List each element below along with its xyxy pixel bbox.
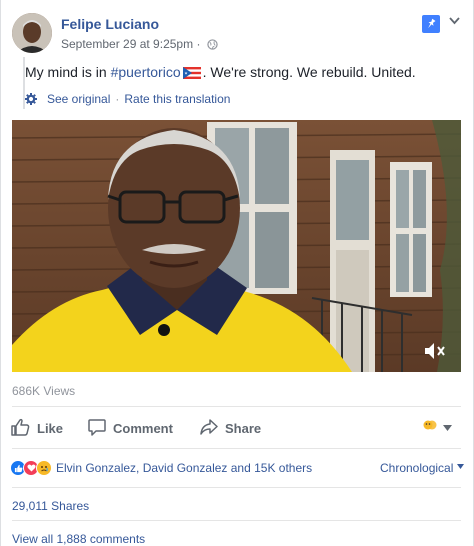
translation-bar: See original · Rate this translation xyxy=(25,92,230,106)
sad-reaction-icon xyxy=(36,460,52,476)
message-text-start: My mind is in xyxy=(25,64,111,80)
share-count[interactable]: 29,011 Shares xyxy=(12,499,89,513)
comment-button[interactable]: Comment xyxy=(88,418,173,439)
thumbs-up-icon xyxy=(11,418,37,439)
action-bar: Like Comment Share xyxy=(1,412,473,442)
post-message: My mind is in #puertorico . We're strong.… xyxy=(25,64,416,82)
mute-icon[interactable] xyxy=(423,341,447,364)
sort-chevron-icon xyxy=(456,461,464,475)
share-label: Share xyxy=(225,421,262,436)
post-header: Felipe Luciano September 29 at 9:25pm · xyxy=(1,0,473,60)
gear-icon[interactable] xyxy=(25,93,37,105)
video-frame xyxy=(12,120,461,372)
hashtag-link[interactable]: #puertorico xyxy=(111,64,181,80)
divider xyxy=(12,520,461,521)
share-button[interactable]: Share xyxy=(200,418,261,439)
view-all-comments-link[interactable]: View all 1,888 comments xyxy=(12,532,145,546)
reaction-selector[interactable] xyxy=(423,419,452,434)
divider xyxy=(12,406,461,407)
video-player[interactable] xyxy=(12,120,461,372)
comment-label: Comment xyxy=(113,421,173,436)
divider xyxy=(12,487,461,488)
reaction-chevron-icon xyxy=(443,420,452,434)
reaction-emoji-icon xyxy=(423,419,437,434)
share-arrow-icon xyxy=(200,418,225,439)
like-label: Like xyxy=(37,421,64,436)
globe-icon xyxy=(207,39,218,53)
see-original-link[interactable]: See original xyxy=(47,92,110,106)
post-card: Felipe Luciano September 29 at 9:25pm · … xyxy=(0,0,474,546)
pin-icon[interactable] xyxy=(422,15,440,33)
author-name[interactable]: Felipe Luciano xyxy=(61,16,159,32)
reaction-names[interactable]: Elvin Gonzalez, David Gonzalez and 15K o… xyxy=(56,461,312,475)
comment-sort-label: Chronological xyxy=(380,461,454,475)
meta-separator: · xyxy=(196,37,201,51)
rate-translation-link[interactable]: Rate this translation xyxy=(124,92,230,106)
translation-separator: · xyxy=(115,92,120,106)
view-count: 686K Views xyxy=(12,384,76,398)
avatar[interactable] xyxy=(12,13,52,53)
post-date[interactable]: September 29 at 9:25pm xyxy=(61,37,193,51)
comment-sort-dropdown[interactable]: Chronological xyxy=(380,461,464,475)
puerto-rico-flag-icon xyxy=(182,66,201,82)
like-button[interactable]: Like xyxy=(11,418,63,439)
reaction-icons xyxy=(10,460,52,476)
speech-bubble-icon xyxy=(88,418,113,439)
message-text-end: . We're strong. We rebuild. United. xyxy=(202,64,416,80)
post-meta: September 29 at 9:25pm · xyxy=(61,37,218,53)
reaction-summary[interactable]: Elvin Gonzalez, David Gonzalez and 15K o… xyxy=(10,460,312,476)
post-options-chevron-icon[interactable] xyxy=(449,14,460,28)
divider xyxy=(12,448,461,449)
